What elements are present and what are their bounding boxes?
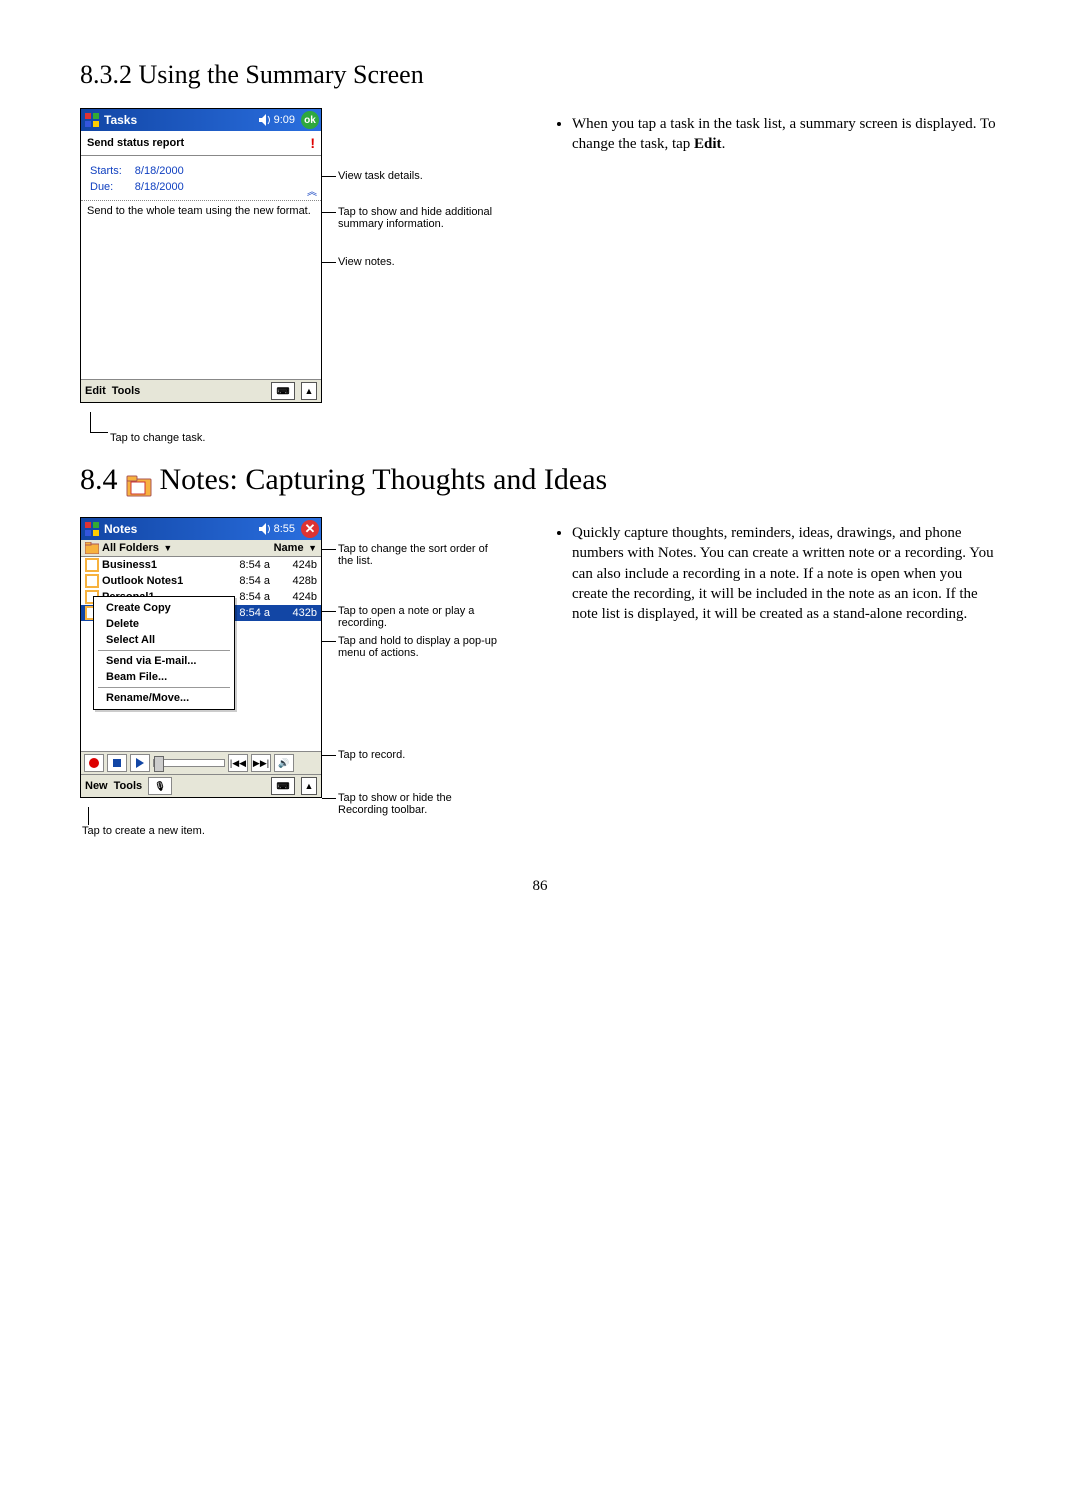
skip-forward-button[interactable]: ▶▶| (251, 754, 271, 772)
page-number: 86 (80, 878, 1000, 895)
tasks-device: Tasks 9:09 ok Send status report ! Start… (80, 108, 322, 403)
recording-toolbar-toggle-button[interactable]: 🎙 (148, 777, 172, 795)
note-size: 424b (273, 591, 317, 603)
new-menu[interactable]: New (85, 780, 108, 792)
notes-device: Notes 8:55 ✕ All Folders ▼ Name ▼ Busine… (80, 517, 322, 798)
notes-titlebar: Notes 8:55 ✕ (81, 518, 321, 540)
context-menu-item[interactable]: Rename/Move... (94, 690, 234, 706)
notes-filter-bar: All Folders ▼ Name ▼ (81, 540, 321, 557)
callout-open-note: Tap to open a note or play a recording. (338, 605, 488, 629)
volume-button[interactable]: 🔊 (274, 754, 294, 772)
context-menu-item[interactable]: Send via E-mail... (94, 653, 234, 669)
note-icon (85, 574, 99, 588)
notes-folder-icon (126, 475, 152, 497)
note-list-item[interactable]: Outlook Notes1 8:54 a428b (81, 573, 321, 589)
notes-title: Notes (104, 522, 258, 536)
record-button[interactable] (84, 754, 104, 772)
task-notes-area[interactable]: Send to the whole team using the new for… (81, 201, 321, 379)
note-size: 432b (273, 607, 317, 619)
due-value: 8/18/2000 (134, 180, 194, 194)
tasks-screenshot-with-callouts: Tasks 9:09 ok Send status report ! Start… (80, 108, 322, 403)
note-time: 8:54 a (222, 575, 270, 587)
clock-time: 8:55 (274, 523, 295, 535)
all-folders-dropdown[interactable]: All Folders ▼ (102, 542, 172, 554)
note-name: Business1 (102, 559, 157, 571)
tools-menu[interactable]: Tools (114, 780, 143, 792)
note-time: 8:54 a (222, 559, 270, 571)
context-menu-item[interactable]: Beam File... (94, 669, 234, 685)
callout-tap-to-change-task: Tap to change task. (110, 432, 205, 444)
tools-menu[interactable]: Tools (112, 385, 141, 397)
callout-change-sort-order: Tap to change the sort order of the list… (338, 543, 488, 567)
volume-icon[interactable] (258, 113, 272, 127)
windows-start-icon[interactable] (84, 521, 100, 537)
callout-view-task-details: View task details. (338, 170, 423, 182)
callout-tap-and-hold-menu: Tap and hold to display a pop-up menu of… (338, 635, 498, 659)
chevron-down-icon: ▼ (161, 543, 172, 553)
clock-time: 9:09 (274, 114, 295, 126)
windows-start-icon[interactable] (84, 112, 100, 128)
recording-toolbar: |◀◀ ▶▶| 🔊 (81, 751, 321, 774)
note-icon (85, 558, 99, 572)
close-button[interactable]: ✕ (301, 520, 319, 538)
bullet-84: Quickly capture thoughts, reminders, ide… (572, 523, 1000, 624)
note-size: 428b (273, 575, 317, 587)
bullet-832: When you tap a task in the task list, a … (572, 114, 1000, 155)
note-context-menu: Create CopyDeleteSelect All Send via E-ma… (93, 596, 235, 710)
tasks-title: Tasks (104, 113, 258, 127)
callout-view-notes: View notes. (338, 256, 395, 268)
notes-bottom-toolbar: New Tools 🎙 ⌨ ▲ (81, 774, 321, 797)
callout-tap-to-record: Tap to record. (338, 749, 405, 761)
edit-menu[interactable]: Edit (85, 385, 106, 397)
volume-icon[interactable] (258, 522, 272, 536)
playback-slider[interactable] (153, 759, 225, 767)
sort-by-name-dropdown[interactable]: Name ▼ (274, 542, 317, 554)
note-list-item[interactable]: Business1 8:54 a424b (81, 557, 321, 573)
due-label: Due: (89, 180, 132, 194)
play-button[interactable] (130, 754, 150, 772)
task-details-panel[interactable]: Starts:8/18/2000 Due:8/18/2000 ︽ (81, 156, 321, 201)
ok-button[interactable]: ok (301, 111, 319, 129)
sip-keyboard-icon[interactable]: ⌨ (271, 777, 295, 795)
menu-up-arrow-icon[interactable]: ▲ (301, 382, 317, 400)
context-menu-item[interactable]: Create Copy (94, 600, 234, 616)
callout-show-hide-recording-toolbar: Tap to show or hide the Recording toolba… (338, 792, 498, 816)
starts-value: 8/18/2000 (134, 164, 194, 178)
callout-show-hide-info: Tap to show and hide additional summary … (338, 206, 518, 230)
stop-button[interactable] (107, 754, 127, 772)
section-8-4-heading: 8.4 Notes: Capturing Thoughts and Ideas (80, 463, 1000, 497)
expand-collapse-chevron-icon[interactable]: ︽ (307, 183, 317, 198)
menu-up-arrow-icon[interactable]: ▲ (301, 777, 317, 795)
section-8-3-2-heading: 8.3.2 Using the Summary Screen (80, 60, 1000, 90)
note-name: Outlook Notes1 (102, 575, 183, 587)
chevron-down-icon: ▼ (306, 543, 317, 553)
folder-open-icon (85, 542, 99, 554)
starts-label: Starts: (89, 164, 132, 178)
tasks-titlebar: Tasks 9:09 ok (81, 109, 321, 131)
context-menu-item[interactable]: Select All (94, 632, 234, 648)
sip-keyboard-icon[interactable]: ⌨ (271, 382, 295, 400)
notes-screenshot-with-callouts: Notes 8:55 ✕ All Folders ▼ Name ▼ Busine… (80, 517, 322, 798)
skip-back-button[interactable]: |◀◀ (228, 754, 248, 772)
note-size: 424b (273, 559, 317, 571)
task-subject-text: Send status report (87, 137, 184, 149)
tasks-bottom-toolbar: Edit Tools ⌨ ▲ (81, 379, 321, 402)
priority-high-icon: ! (310, 135, 315, 151)
context-menu-item[interactable]: Delete (94, 616, 234, 632)
callout-create-new-item: Tap to create a new item. (82, 825, 205, 837)
task-subject-row: Send status report ! (81, 131, 321, 156)
